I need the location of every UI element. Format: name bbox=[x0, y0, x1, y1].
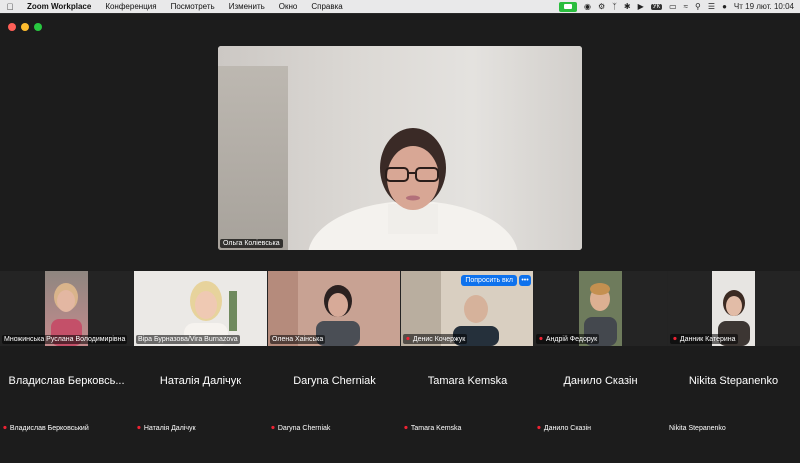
minimize-window-button[interactable] bbox=[21, 23, 29, 31]
name-tile[interactable]: Наталія Далічук ⚫ Наталія Далічук bbox=[134, 366, 267, 432]
speaker-name-tag: Ольга Коліевська bbox=[220, 239, 283, 248]
menu-conference[interactable]: Конференция bbox=[98, 2, 163, 11]
participant-display-name: Данило Сказін bbox=[563, 375, 638, 387]
control-center-icon[interactable]: ☰ bbox=[708, 2, 715, 11]
participant-display-name: Nikita Stepanenko bbox=[688, 375, 779, 387]
wifi-icon[interactable]: ≈ bbox=[684, 2, 688, 11]
mic-muted-icon: ⚫ bbox=[538, 336, 544, 343]
zoom-window: Ольга Коліевська Множинська Руслана Воло… bbox=[0, 13, 800, 463]
gallery-tile[interactable]: Попросить вкл ••• ⚫ Денис Кочержук bbox=[401, 271, 533, 346]
datetime[interactable]: Чт 19 лют. 10:04 bbox=[734, 2, 794, 11]
mic-muted-icon: ⚫ bbox=[405, 336, 411, 343]
participant-display-name: Daryna Cherniak bbox=[293, 375, 376, 387]
video-door bbox=[218, 66, 288, 250]
participant-name: ⚫ Данник Катерина bbox=[670, 334, 738, 344]
gallery-tile[interactable]: ⚫ Андрій Федорук bbox=[534, 271, 667, 346]
participant-display-name: Наталія Далічук bbox=[159, 375, 242, 387]
ask-to-unmute-button[interactable]: Попросить вкл bbox=[461, 275, 517, 286]
active-speaker-video[interactable]: Ольга Коліевська bbox=[218, 46, 582, 250]
pin-icon[interactable]: ✱ bbox=[624, 2, 631, 11]
participant-display-name: Tamara Kemska bbox=[427, 375, 508, 387]
status-icon[interactable]: ⚙ bbox=[598, 2, 605, 11]
gallery-tile[interactable]: Множинська Руслана Володимирівна bbox=[0, 271, 133, 346]
gallery-tile[interactable]: Олена Хаінська bbox=[268, 271, 400, 346]
play-icon[interactable]: ▶ bbox=[638, 2, 644, 11]
close-window-button[interactable] bbox=[8, 23, 16, 31]
mic-muted-icon: ⚫ bbox=[403, 425, 409, 432]
gallery-tile[interactable]: Віра Бурназова/Vira Burnazova bbox=[134, 271, 267, 346]
participant-name: ⚫ Наталія Далічук bbox=[136, 424, 196, 433]
name-tile[interactable]: Данило Сказін ⚫ Данило Сказін bbox=[534, 366, 667, 432]
name-tile[interactable]: Daryna Cherniak ⚫ Daryna Cherniak bbox=[268, 366, 401, 432]
gallery-tile[interactable]: ⚫ Данник Катерина bbox=[668, 271, 800, 346]
more-options-button[interactable]: ••• bbox=[519, 275, 531, 286]
battery-icon[interactable]: ▭ bbox=[669, 2, 677, 11]
search-icon[interactable]: ⚲ bbox=[695, 2, 701, 11]
participant-name: ⚫ Данило Сказін bbox=[536, 424, 592, 433]
name-tile[interactable]: Nikita Stepanenko Nikita Stepanenko bbox=[667, 366, 800, 432]
participant-name: ⚫ Денис Кочержук bbox=[403, 334, 468, 344]
zoom-camera-icon[interactable] bbox=[558, 1, 577, 12]
menu-view[interactable]: Посмотреть bbox=[164, 2, 222, 11]
window-controls bbox=[8, 23, 42, 31]
mic-muted-icon: ⚫ bbox=[536, 425, 542, 432]
mic-muted-icon: ⚫ bbox=[136, 425, 142, 432]
speaker-person bbox=[308, 128, 518, 250]
name-tile[interactable]: Tamara Kemska ⚫ Tamara Kemska bbox=[401, 366, 534, 432]
participant-name: ⚫ Владислав Берковський bbox=[2, 424, 89, 433]
menu-help[interactable]: Справка bbox=[304, 2, 349, 11]
menu-window[interactable]: Окно bbox=[272, 2, 305, 11]
bluetooth-icon[interactable]: ᛉ bbox=[612, 2, 617, 11]
keyboard-layout-badge[interactable]: УК bbox=[650, 3, 663, 10]
participant-name: ⚫ Tamara Kemska bbox=[403, 424, 462, 433]
participant-name: ⚫ Daryna Cherniak bbox=[270, 424, 331, 433]
meeting-icon[interactable]: ◉ bbox=[584, 2, 591, 11]
menu-edit[interactable]: Изменить bbox=[222, 2, 272, 11]
participant-name: ⚫ Андрій Федорук bbox=[536, 334, 600, 344]
mic-muted-icon: ⚫ bbox=[672, 336, 678, 343]
participant-name: Множинська Руслана Володимирівна bbox=[2, 335, 128, 344]
apple-icon[interactable]:  bbox=[0, 2, 20, 12]
name-only-tiles: Владислав Берковсь... ⚫ Владислав Берковс… bbox=[0, 366, 800, 432]
mic-muted-icon: ⚫ bbox=[2, 425, 8, 432]
maximize-window-button[interactable] bbox=[34, 23, 42, 31]
participant-name: Віра Бурназова/Vira Burnazova bbox=[136, 335, 240, 344]
participant-display-name: Владислав Берковсь... bbox=[8, 375, 125, 387]
participant-name: Олена Хаінська bbox=[270, 335, 326, 344]
mic-muted-icon: ⚫ bbox=[270, 425, 276, 432]
participant-name: Nikita Stepanenko bbox=[669, 425, 726, 432]
macos-menubar:  Zoom Workplace Конференция Посмотреть … bbox=[0, 0, 800, 13]
gallery-strip: Множинська Руслана Володимирівна Віра Бу… bbox=[0, 271, 800, 346]
name-tile[interactable]: Владислав Берковсь... ⚫ Владислав Берковс… bbox=[0, 366, 133, 432]
menu-app-name[interactable]: Zoom Workplace bbox=[20, 2, 98, 11]
menubar-status-area: ◉ ⚙ ᛉ ✱ ▶ УК ▭ ≈ ⚲ ☰ ● Чт 19 лют. 10:04 bbox=[558, 1, 800, 12]
siri-icon[interactable]: ● bbox=[722, 2, 727, 11]
